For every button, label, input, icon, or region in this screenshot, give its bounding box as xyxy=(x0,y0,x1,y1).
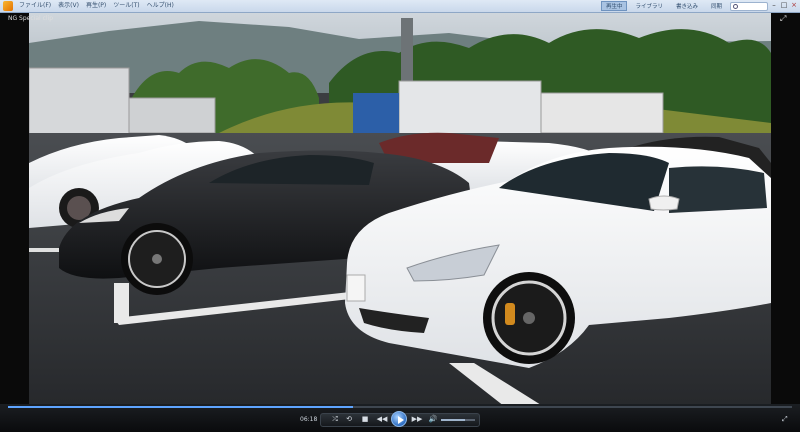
seek-progress xyxy=(8,406,353,408)
expand-icon[interactable]: ⤢ xyxy=(780,15,788,23)
black-car-hub xyxy=(152,254,162,264)
repeat-icon[interactable]: ⟲ xyxy=(344,414,354,424)
menu-bar: ファイル(F) 表示(V) 再生(P) ツール(T) ヘルプ(H) 再生中 ライ… xyxy=(0,0,800,13)
search-icon xyxy=(733,3,738,9)
timecode: 06:18 xyxy=(300,416,318,423)
license-plate xyxy=(346,274,366,302)
playback-controls: 06:18 ⤮ ⟲ ■ ◀◀ ▶▶ 🔊 ⤢ xyxy=(0,404,800,432)
mode-tabs: 再生中 ライブラリ 書き込み 同期 xyxy=(600,1,768,11)
side-mirror xyxy=(648,195,680,211)
white-car-side-window xyxy=(669,166,767,213)
tab-now-playing[interactable]: 再生中 xyxy=(600,1,628,11)
minimize-icon[interactable]: – xyxy=(770,1,778,10)
close-icon[interactable]: × xyxy=(790,1,798,10)
volume-slider[interactable] xyxy=(441,419,475,421)
truck-cab xyxy=(353,93,399,137)
stop-icon[interactable]: ■ xyxy=(360,414,370,424)
truck-center xyxy=(398,80,542,137)
video-scene xyxy=(29,13,771,410)
menu-item-tools[interactable]: ツール(T) xyxy=(113,0,139,12)
seek-bar[interactable] xyxy=(8,406,792,408)
tower xyxy=(401,18,413,88)
truck-left xyxy=(29,67,130,141)
menu-item-help[interactable]: ヘルプ(H) xyxy=(147,0,174,12)
shuffle-icon[interactable]: ⤮ xyxy=(330,414,340,424)
volume-level xyxy=(441,419,466,421)
menu-item-view[interactable]: 表示(V) xyxy=(58,0,79,12)
next-icon[interactable]: ▶▶ xyxy=(410,414,424,424)
app-icon[interactable] xyxy=(3,1,13,11)
tab-burn[interactable]: 書き込み xyxy=(671,1,703,11)
menu-items: ファイル(F) 表示(V) 再生(P) ツール(T) ヘルプ(H) xyxy=(19,0,174,12)
video-title: NG Special clip xyxy=(8,15,54,22)
tab-library[interactable]: ライブラリ xyxy=(630,1,668,11)
menu-item-file[interactable]: ファイル(F) xyxy=(19,0,51,12)
window-buttons: – □ × xyxy=(770,1,798,10)
truck-left-2 xyxy=(128,97,216,134)
play-button[interactable] xyxy=(391,411,407,427)
white-car-hub xyxy=(523,312,535,324)
video-frame[interactable] xyxy=(29,13,771,410)
media-player-window: ファイル(F) 表示(V) 再生(P) ツール(T) ヘルプ(H) 再生中 ライ… xyxy=(0,0,800,432)
menu-item-play[interactable]: 再生(P) xyxy=(86,0,106,12)
fullscreen-icon[interactable]: ⤢ xyxy=(782,415,790,423)
brake-caliper xyxy=(505,303,515,325)
search-input[interactable] xyxy=(730,1,768,11)
tab-sync[interactable]: 同期 xyxy=(706,1,727,11)
previous-icon[interactable]: ◀◀ xyxy=(375,414,389,424)
truck-right xyxy=(540,92,664,134)
volume-icon[interactable]: 🔊 xyxy=(428,414,438,424)
maximize-icon[interactable]: □ xyxy=(780,1,788,10)
